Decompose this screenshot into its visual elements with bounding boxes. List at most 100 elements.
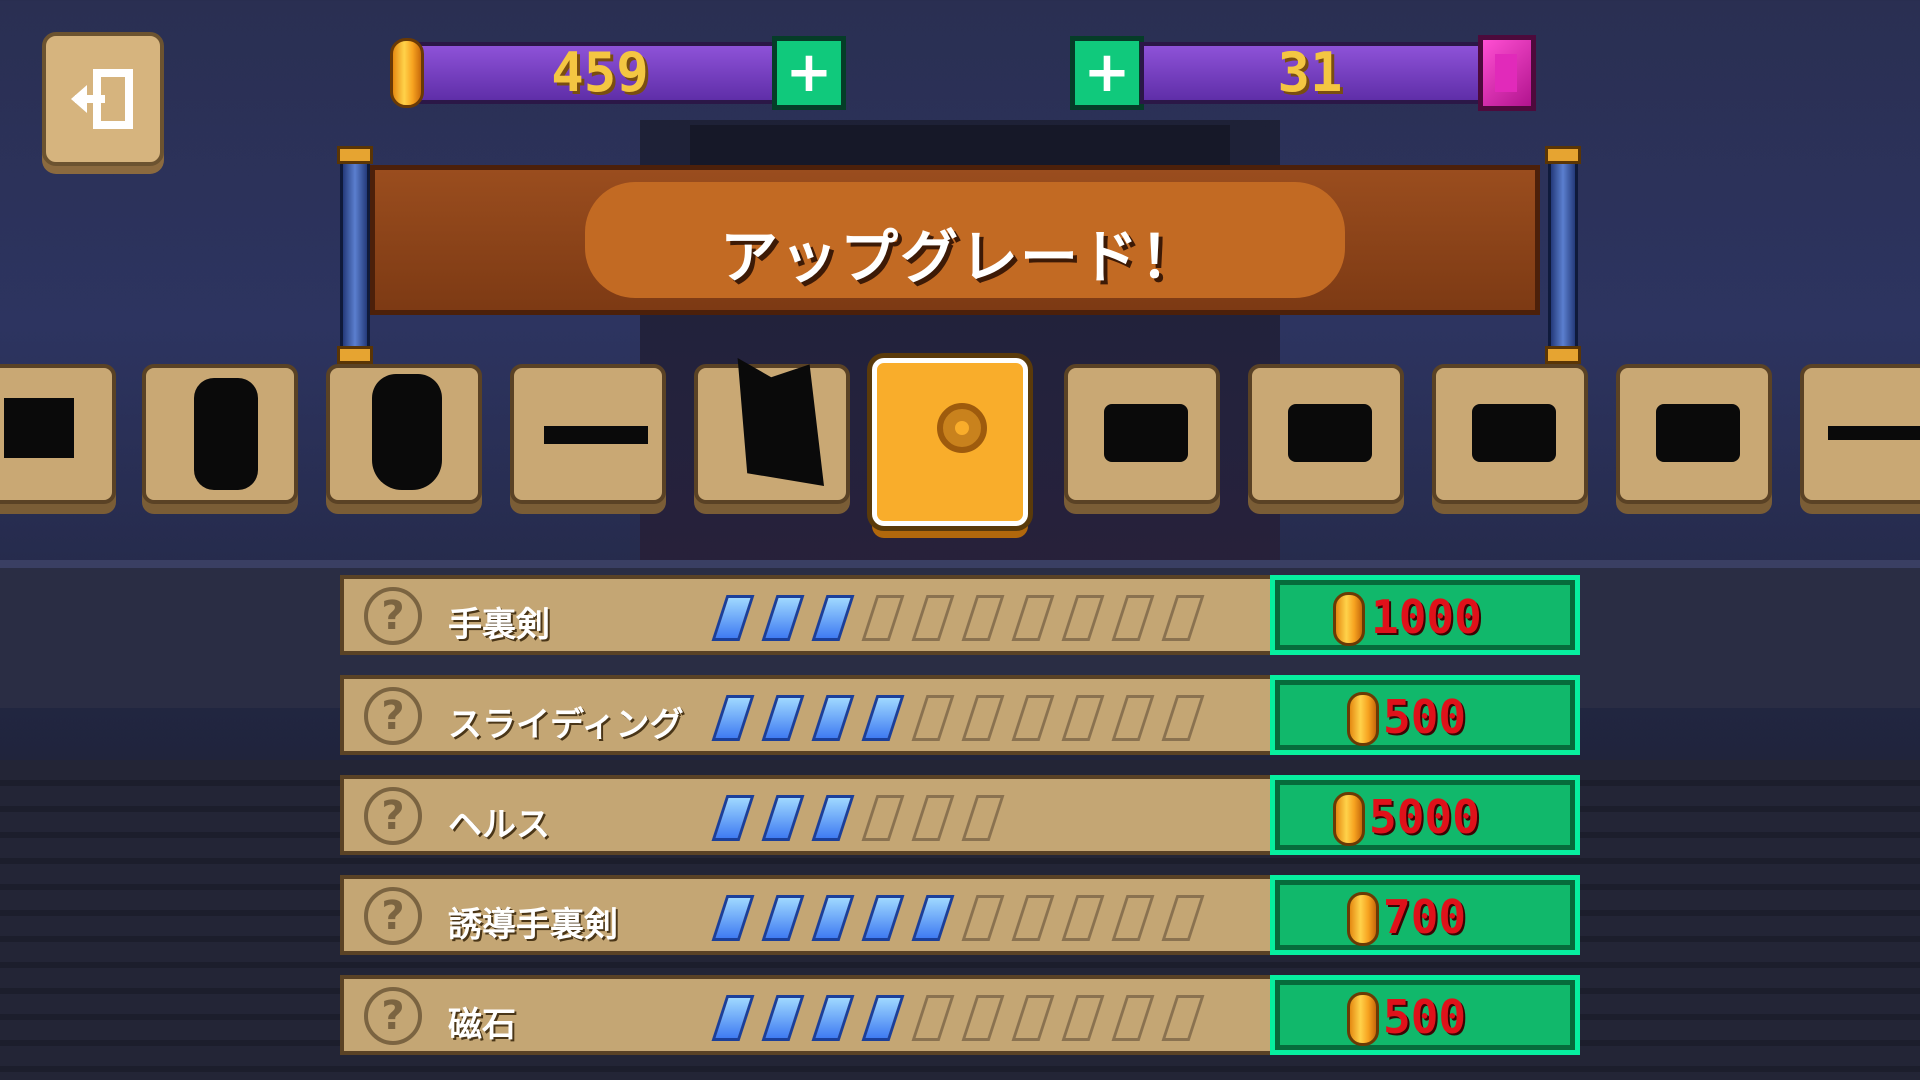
upgrade-row-shuriken: ? 手裏剣 1000 (340, 575, 1580, 655)
item-strip (0, 358, 1920, 526)
locked-item-silhouette (194, 378, 258, 490)
banner-rod-right (1545, 146, 1581, 364)
level-pip-filled (761, 695, 805, 741)
coin-counter: 459 + (390, 36, 850, 110)
upgrade-price: 5000 (1369, 790, 1480, 844)
buy-upgrade-button[interactable]: 500 (1270, 975, 1580, 1055)
level-pip-filled (811, 595, 855, 641)
item-tile[interactable] (1248, 364, 1404, 504)
level-pip-filled (811, 795, 855, 841)
level-pip-filled (761, 895, 805, 941)
upgrade-name: ヘルス (448, 805, 550, 845)
item-tile[interactable] (142, 364, 298, 504)
item-tile[interactable] (1616, 364, 1772, 504)
coin-icon (1333, 792, 1365, 846)
coin-icon (1347, 992, 1379, 1046)
level-pip-empty (1061, 995, 1105, 1041)
exit-icon (67, 63, 139, 135)
level-pip-empty (861, 595, 905, 641)
item-tile[interactable] (326, 364, 482, 504)
plus-icon: + (785, 40, 833, 105)
plus-icon: + (1083, 40, 1131, 105)
item-tile-selected[interactable] (872, 358, 1028, 526)
locked-item-silhouette (4, 398, 74, 458)
upgrade-price: 1000 (1371, 590, 1482, 644)
upgrade-row-panel: ? 誘導手裏剣 (340, 875, 1280, 955)
level-pip-empty (1111, 695, 1155, 741)
upgrade-row-panel: ? 手裏剣 (340, 575, 1280, 655)
coin-icon (390, 38, 424, 108)
buy-upgrade-button[interactable]: 700 (1270, 875, 1580, 955)
upgrade-row-panel: ? ヘルス (340, 775, 1280, 855)
item-tile[interactable] (1432, 364, 1588, 504)
locked-item-silhouette (1472, 404, 1556, 462)
coin-icon (1347, 692, 1379, 746)
upgrade-price: 700 (1383, 890, 1467, 944)
level-pip-empty (1011, 595, 1055, 641)
level-pip-empty (1061, 895, 1105, 941)
level-pip-filled (711, 895, 755, 941)
locked-item-silhouette (544, 426, 648, 444)
locked-item-silhouette (372, 374, 442, 490)
item-tile[interactable] (0, 364, 116, 504)
locked-item-silhouette (737, 358, 824, 486)
coin-icon (1347, 892, 1379, 946)
gem-counter: + 31 (1070, 35, 1550, 111)
gem-count: 31 (1277, 41, 1343, 104)
help-icon[interactable]: ? (364, 787, 422, 845)
exit-button[interactable] (42, 32, 164, 166)
level-pip-filled (711, 695, 755, 741)
buy-coins-button[interactable]: + (772, 36, 846, 110)
level-pip-filled (711, 995, 755, 1041)
banner-rod-left (337, 146, 373, 364)
upgrade-name: 誘導手裏剣 (448, 905, 618, 945)
upgrade-name: 手裏剣 (448, 605, 550, 645)
upgrade-name: 磁石 (448, 1005, 516, 1045)
level-pip-empty (861, 795, 905, 841)
item-tile[interactable] (510, 364, 666, 504)
upgrade-row-panel: ? スライディング (340, 675, 1280, 755)
gem-icon (1478, 35, 1536, 111)
title-banner: アップグレード！ (370, 165, 1540, 315)
item-tile[interactable] (1800, 364, 1920, 504)
locked-item-silhouette (1104, 404, 1188, 462)
level-pip-filled (861, 895, 905, 941)
buy-upgrade-button[interactable]: 1000 (1270, 575, 1580, 655)
help-icon[interactable]: ? (364, 587, 422, 645)
upgrade-row-magnet: ? 磁石 500 (340, 975, 1580, 1055)
level-pip-filled (811, 995, 855, 1041)
item-tile[interactable] (1064, 364, 1220, 504)
locked-item-silhouette (1656, 404, 1740, 462)
buy-upgrade-button[interactable]: 500 (1270, 675, 1580, 755)
level-pip-filled (811, 895, 855, 941)
level-pip-filled (861, 695, 905, 741)
shuriken-icon (937, 403, 987, 453)
level-pip-empty (911, 795, 955, 841)
level-pip-empty (1161, 995, 1205, 1041)
level-pip-empty (961, 595, 1005, 641)
level-pip-empty (1061, 595, 1105, 641)
help-icon[interactable]: ? (364, 987, 422, 1045)
level-pip-filled (811, 695, 855, 741)
upgrade-row-health: ? ヘルス 5000 (340, 775, 1580, 855)
item-tile[interactable] (694, 358, 850, 504)
level-pip-empty (1161, 595, 1205, 641)
upgrade-row-panel: ? 磁石 (340, 975, 1280, 1055)
level-pip-filled (761, 595, 805, 641)
help-icon[interactable]: ? (364, 687, 422, 745)
level-pip-empty (961, 995, 1005, 1041)
buy-gems-button[interactable]: + (1070, 36, 1144, 110)
help-icon[interactable]: ? (364, 887, 422, 945)
level-pip-empty (1011, 995, 1055, 1041)
locked-item-silhouette (1828, 426, 1920, 440)
level-pip-empty (1111, 895, 1155, 941)
upgrade-price: 500 (1383, 990, 1467, 1044)
level-pip-filled (711, 595, 755, 641)
level-pip-empty (911, 995, 955, 1041)
level-pip-empty (1161, 895, 1205, 941)
upgrade-row-sliding: ? スライディング 500 (340, 675, 1580, 755)
level-pip-empty (1011, 695, 1055, 741)
buy-upgrade-button[interactable]: 5000 (1270, 775, 1580, 855)
level-pip-filled (711, 795, 755, 841)
level-pip-empty (911, 595, 955, 641)
